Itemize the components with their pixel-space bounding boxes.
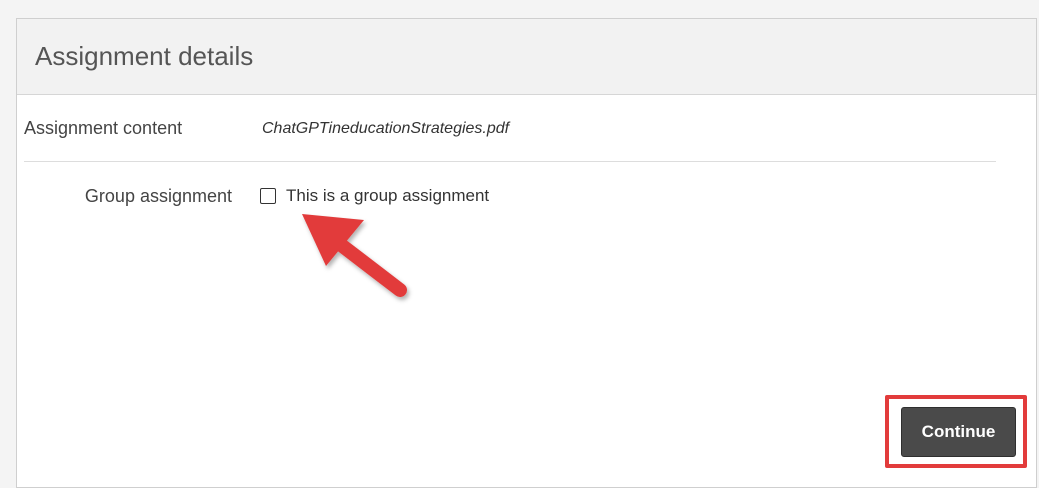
assignment-content-row: Assignment content ChatGPTineducationStr… <box>24 96 996 162</box>
panel-header: Assignment details <box>17 19 1036 95</box>
group-assignment-option[interactable]: This is a group assignment <box>260 186 489 206</box>
group-assignment-checkbox[interactable] <box>260 188 276 204</box>
panel-title: Assignment details <box>35 41 254 71</box>
annotation-arrow-icon <box>302 214 407 297</box>
assignment-file-link[interactable]: ChatGPTineducationStrategies.pdf <box>262 120 509 138</box>
group-assignment-checkbox-label[interactable]: This is a group assignment <box>286 186 489 206</box>
group-assignment-row: Group assignment This is a group assignm… <box>24 164 996 228</box>
assignment-details-panel: Assignment details <box>16 18 1037 488</box>
continue-button[interactable]: Continue <box>901 407 1016 457</box>
group-assignment-label: Group assignment <box>84 185 232 206</box>
assignment-content-label: Assignment content <box>24 118 183 138</box>
